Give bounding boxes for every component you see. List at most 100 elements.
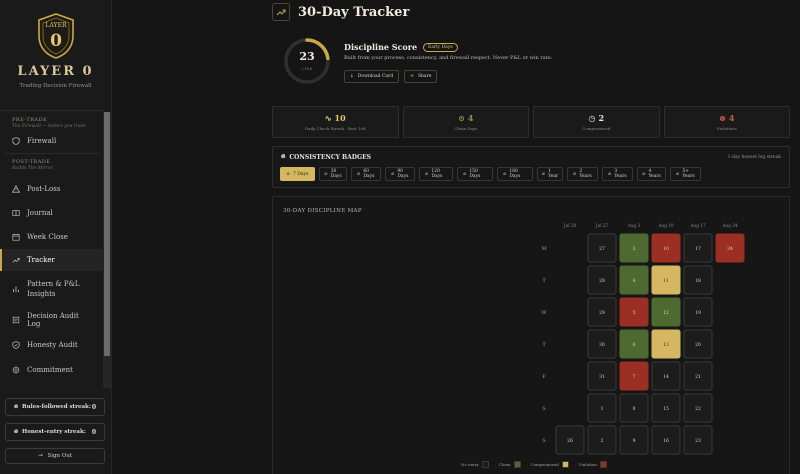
day-cell[interactable]: 2	[587, 425, 617, 455]
day-cell[interactable]: 12	[651, 297, 681, 327]
download-icon: ⤓	[350, 74, 354, 79]
day-cell[interactable]: 27	[587, 233, 617, 263]
day-cell[interactable]: 15	[651, 393, 681, 423]
sidebar-item-commitment[interactable]: Commitment	[0, 357, 104, 383]
badge-chip[interactable]: 🔥︎ 1 Year	[537, 167, 563, 181]
day-cell[interactable]: 16	[651, 425, 681, 455]
trend-icon	[12, 256, 20, 264]
day-number: 30	[599, 342, 605, 348]
day-cell[interactable]: 5	[619, 297, 649, 327]
day-number: 31	[599, 374, 605, 380]
badge-chip[interactable]: 🔥︎ 90 Days	[385, 167, 415, 181]
stat-label: Clean Days	[454, 126, 478, 131]
sidebar-item-honesty-audit[interactable]: Honesty Audit	[0, 333, 104, 357]
badge-chip[interactable]: 🔥︎ 2 Years	[567, 167, 598, 181]
week-label: Aug 3	[627, 223, 641, 228]
stat-value: 4	[728, 113, 735, 123]
day-cell[interactable]: 28	[587, 265, 617, 295]
day-cell[interactable]: 9	[619, 425, 649, 455]
sidebar-item-label: Firewall	[27, 137, 57, 145]
badge-chip[interactable]: 🔥︎ 30 Days	[319, 167, 347, 181]
legend-label: Compromised	[530, 462, 559, 467]
sidebar-item-week-close[interactable]: Week Close	[0, 225, 104, 249]
day-number: 26	[567, 438, 573, 444]
badge-label: 1 Year	[548, 169, 559, 179]
log-icon	[12, 316, 20, 324]
day-cell[interactable]: 24	[715, 233, 745, 263]
share-button[interactable]: ⋖ Share	[404, 70, 438, 83]
rules-followed-streak: 🔥︎ Rules-followed streak: 0	[5, 398, 105, 416]
sign-out-button[interactable]: ⇥ Sign Out	[5, 448, 105, 464]
share-label: Share	[417, 74, 432, 79]
check-circle-icon: ⊙	[458, 113, 465, 123]
legend-item: Violation	[579, 461, 607, 468]
day-cell[interactable]: 19	[683, 297, 713, 327]
day-cell[interactable]: 1	[587, 393, 617, 423]
day-number: 7	[633, 374, 636, 380]
badge-chip[interactable]: 🔥︎ 5+ Years	[670, 167, 701, 181]
day-cell[interactable]: 17	[683, 233, 713, 263]
day-number: 27	[599, 246, 605, 252]
warning-icon	[12, 185, 20, 193]
day-cell[interactable]: 20	[683, 329, 713, 359]
sidebar-item-journal[interactable]: Journal	[0, 201, 104, 225]
day-number: 13	[663, 342, 669, 348]
day-cell[interactable]: 22	[683, 393, 713, 423]
day-number: 10	[663, 246, 669, 252]
badge-chip[interactable]: 🔥︎ 60 Days	[351, 167, 381, 181]
stat-value: 4	[467, 113, 474, 123]
day-cell[interactable]: 10	[651, 233, 681, 263]
day-cell[interactable]: 18	[683, 265, 713, 295]
day-cell[interactable]: 31	[587, 361, 617, 391]
day-cell[interactable]: 23	[683, 425, 713, 455]
trend-icon	[272, 3, 290, 21]
brand-tagline: Trading Decision Firewall	[19, 83, 92, 89]
day-cell[interactable]: 7	[619, 361, 649, 391]
sidebar-nav: PRE-TRADE The Firewall — before you trad…	[0, 110, 104, 392]
sidebar: LAYER 0 LAYER 0 Trading Decision Firewal…	[0, 0, 112, 474]
day-cell[interactable]: 14	[651, 361, 681, 391]
week-label: Jul 20	[563, 223, 577, 228]
sidebar-item-decision-audit-log[interactable]: Decision Audit Log	[0, 307, 104, 333]
sidebar-item-firewall[interactable]: Firewall	[0, 129, 104, 153]
sidebar-item-pattern-insights[interactable]: Pattern & P&L Insights	[0, 271, 104, 307]
scrollbar-thumb[interactable]	[104, 112, 110, 356]
badge-chip[interactable]: 🔥︎ 3 Years	[602, 167, 633, 181]
sidebar-item-post-loss[interactable]: Post-Loss	[0, 177, 104, 201]
badge-chip[interactable]: 🔥︎ 4 Years	[637, 167, 666, 181]
day-cell[interactable]: 13	[651, 329, 681, 359]
day-cell[interactable]: 26	[555, 425, 585, 455]
logo-text: LAYER	[45, 22, 66, 29]
download-card-button[interactable]: ⤓ Download Card	[344, 70, 400, 83]
legend-label: No entry	[461, 462, 479, 467]
flame-icon: 🔥︎	[541, 172, 546, 177]
download-label: Download Card	[357, 74, 394, 79]
badges-row: 🔥︎ 7 Days 🔥︎ 30 Days 🔥︎ 60 Days 🔥︎ 90 Days 🔥︎ 120…	[280, 167, 701, 181]
badge-label: 2 Years	[579, 169, 592, 179]
badge-chip[interactable]: 🔥︎ 150 Days	[457, 167, 493, 181]
sidebar-footer: 🔥︎ Rules-followed streak: 0 🔥︎ Honest-entr…	[5, 398, 105, 464]
day-cell[interactable]: 3	[619, 233, 649, 263]
badge-chip[interactable]: 🔥︎ 180 Days	[497, 167, 533, 181]
sidebar-scrollbar[interactable]	[103, 112, 111, 388]
day-cell[interactable]: 11	[651, 265, 681, 295]
day-cell[interactable]: 29	[587, 297, 617, 327]
day-cell[interactable]: 4	[619, 265, 649, 295]
day-cell[interactable]: 30	[587, 329, 617, 359]
sidebar-item-label: Week Close	[27, 233, 68, 241]
day-number: 12	[663, 310, 669, 316]
sidebar-item-tracker[interactable]: Tracker	[0, 249, 104, 271]
badge-label: 180 Days	[509, 169, 521, 179]
day-cell[interactable]: 8	[619, 393, 649, 423]
flame-icon: 🔥︎	[573, 172, 577, 177]
sidebar-item-label: Decision Audit Log	[27, 312, 79, 328]
discipline-score-card: 23 / 100 Discipline Score Early Days Bui…	[272, 28, 792, 100]
day-cell[interactable]: 6	[619, 329, 649, 359]
badge-chip[interactable]: 🔥︎ 120 Days	[419, 167, 453, 181]
streak-label: Honest-entry streak:	[22, 429, 86, 435]
sidebar-item-label: Honesty Audit	[27, 341, 78, 349]
day-label: T	[542, 342, 546, 348]
badge-chip[interactable]: 🔥︎ 7 Days	[280, 167, 315, 181]
discipline-map: 30-DAY DISCIPLINE MAP Jul 20 Jul 27 Aug 3A…	[272, 196, 790, 474]
day-cell[interactable]: 21	[683, 361, 713, 391]
